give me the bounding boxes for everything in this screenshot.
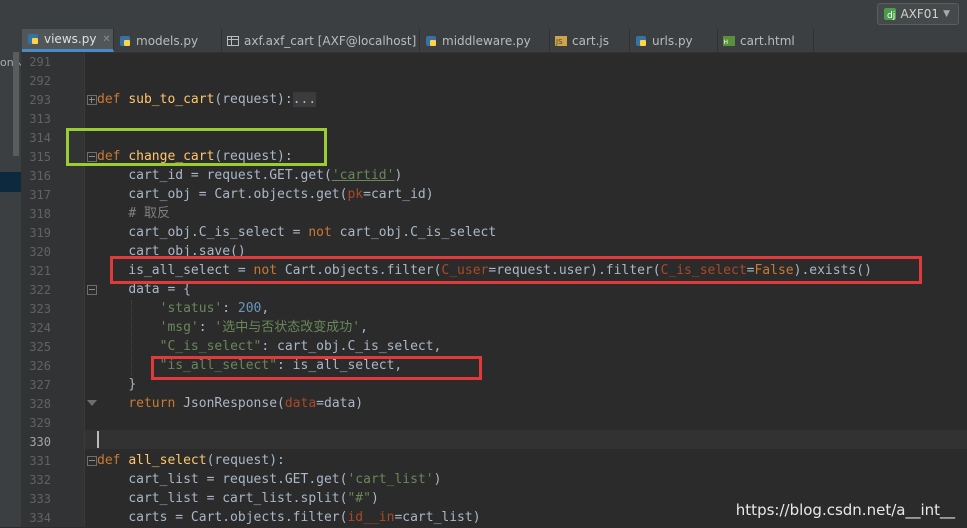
tab-models-py[interactable]: models.py — [114, 29, 222, 52]
code-line[interactable]: "C_is_select": cart_obj.C_is_select, — [97, 337, 442, 356]
table-icon — [227, 35, 239, 46]
code-line[interactable]: cart_obj = Cart.objects.get(pk=cart_id) — [97, 185, 433, 204]
tab-cart-js[interactable]: JS cart.js — [550, 29, 630, 52]
project-selected-row[interactable] — [0, 172, 21, 192]
line-number: 332 — [29, 473, 51, 487]
line-number: 327 — [29, 378, 51, 392]
project-panel-label: on↖ — [0, 56, 23, 69]
svg-text:dj: dj — [887, 11, 895, 20]
code-line[interactable]: cart_id = request.GET.get('cartid') — [97, 166, 402, 185]
line-number: 329 — [29, 416, 51, 430]
run-config-label: AXF01 — [900, 7, 940, 21]
chevron-down-icon: ▼ — [943, 9, 950, 19]
line-number: 323 — [29, 302, 51, 316]
code-line[interactable]: def all_select(request): — [97, 451, 285, 470]
svg-text:H: H — [724, 39, 729, 46]
line-number: 293 — [29, 93, 51, 107]
code-line[interactable]: cart_obj.C_is_select = not cart_obj.C_is… — [97, 223, 496, 242]
line-number: 321 — [29, 264, 51, 278]
fold-collapse-icon[interactable] — [87, 285, 97, 295]
project-panel-edge: on↖ — [0, 52, 23, 527]
line-number: 334 — [29, 511, 51, 525]
line-number: 328 — [29, 397, 51, 411]
watermark-text: https://blog.csdn.net/a__int__ — [735, 501, 955, 519]
line-number: 292 — [29, 74, 51, 88]
code-line[interactable]: 'status': 200, — [97, 299, 270, 318]
django-icon: dj — [884, 8, 897, 20]
line-number: 315 — [29, 150, 51, 164]
tab-label: models.py — [136, 33, 199, 48]
tab-label: views.py — [44, 32, 97, 46]
line-number: 326 — [29, 359, 51, 373]
text-caret — [97, 431, 99, 448]
python-file-icon — [28, 34, 38, 44]
code-line[interactable]: cart_list = request.GET.get('cart_list') — [97, 470, 441, 489]
fold-collapse-icon[interactable] — [87, 456, 97, 466]
line-number: 313 — [29, 112, 51, 126]
line-number: 322 — [29, 283, 51, 297]
run-config-selector[interactable]: dj AXF01 ▼ — [877, 3, 959, 25]
line-number: 324 — [29, 321, 51, 335]
fold-expand-icon[interactable] — [87, 95, 97, 105]
code-line[interactable]: # 取反 — [97, 204, 170, 223]
line-number: 320 — [29, 245, 51, 259]
line-number: 314 — [29, 131, 51, 145]
tab-cart-html[interactable]: H cart.html — [718, 29, 814, 52]
code-line[interactable]: } — [97, 375, 136, 394]
code-line[interactable]: def sub_to_cart(request):... — [97, 90, 317, 109]
tab-views-py[interactable]: views.py ✕ — [22, 29, 114, 52]
line-number-current: 330 — [29, 435, 51, 449]
tab-urls-py[interactable]: urls.py — [630, 29, 718, 52]
html-file-icon: H — [723, 35, 735, 46]
fold-end-icon[interactable] — [87, 400, 97, 406]
python-file-icon — [120, 35, 130, 46]
highlight-box-red — [151, 356, 482, 380]
code-line[interactable]: cart_list = cart_list.split("#") — [97, 489, 378, 508]
line-number: 317 — [29, 188, 51, 202]
line-number: 319 — [29, 226, 51, 240]
project-scrollbar[interactable] — [13, 52, 19, 156]
line-number: 331 — [29, 454, 51, 468]
code-line[interactable]: return JsonResponse(data=data) — [97, 394, 363, 413]
highlight-box-green — [66, 128, 327, 166]
code-line[interactable]: 'msg': '选中与否状态改变成功', — [97, 318, 368, 337]
svg-text:JS: JS — [555, 38, 563, 46]
highlight-box-red — [110, 256, 922, 284]
js-file-icon: JS — [555, 35, 567, 46]
current-line-highlight — [85, 430, 967, 449]
tab-axf-cart-table[interactable]: axf.axf_cart [AXF@localhost] — [222, 29, 420, 52]
line-number: 325 — [29, 340, 51, 354]
tab-label: urls.py — [652, 33, 693, 48]
python-file-icon — [426, 35, 436, 46]
close-icon[interactable]: ✕ — [102, 34, 110, 45]
toolbar: dj AXF01 ▼ — [0, 0, 967, 29]
python-file-icon — [636, 35, 646, 46]
line-number: 318 — [29, 207, 51, 221]
code-line[interactable]: carts = Cart.objects.filter(id__in=cart_… — [97, 508, 480, 527]
editor-tab-bar: views.py ✕ models.py axf.axf_cart [AXF@l… — [0, 29, 967, 53]
line-number: 316 — [29, 169, 51, 183]
tab-label: cart.html — [740, 33, 795, 48]
tab-label: middleware.py — [442, 33, 531, 48]
tab-label: axf.axf_cart [AXF@localhost] — [244, 33, 417, 48]
line-number: 291 — [29, 55, 51, 69]
tab-label: cart.js — [572, 33, 609, 48]
line-number: 333 — [29, 492, 51, 506]
tab-middleware-py[interactable]: middleware.py — [420, 29, 550, 52]
